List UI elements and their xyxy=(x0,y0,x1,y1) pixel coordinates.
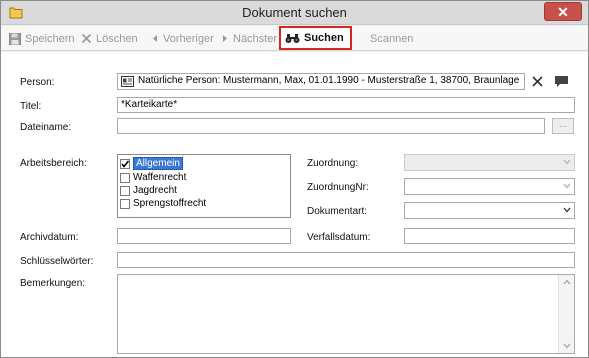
verfallsdatum-input[interactable] xyxy=(404,228,575,244)
clear-icon xyxy=(532,76,543,87)
checkbox-waffenrecht[interactable] xyxy=(120,172,130,183)
vertical-scrollbar[interactable] xyxy=(558,275,574,353)
chevron-down-icon xyxy=(563,159,571,165)
list-item-sprengstoffrecht[interactable]: Sprengstoffrecht xyxy=(120,197,206,210)
list-item-waffenrecht[interactable]: Waffenrecht xyxy=(120,171,186,184)
previous-button[interactable]: Vorheriger xyxy=(151,26,214,51)
binoculars-icon xyxy=(285,33,300,44)
verfallsdatum-label: Verfallsdatum: xyxy=(307,232,371,243)
close-button[interactable]: ✕ xyxy=(544,2,582,21)
list-item-allgemein[interactable]: Allgemein xyxy=(120,157,183,170)
chevron-down-icon xyxy=(563,183,571,189)
dateiname-input[interactable] xyxy=(117,118,545,134)
allgemein-label: Allgemein xyxy=(133,157,183,170)
search-button[interactable]: Suchen xyxy=(279,26,352,50)
previous-label: Vorheriger xyxy=(163,32,214,45)
person-card-icon xyxy=(121,76,134,89)
next-icon xyxy=(221,34,229,43)
scan-label: Scannen xyxy=(370,32,414,45)
delete-icon xyxy=(81,33,92,44)
search-form: Person: Natürliche Person: Mustermann, M… xyxy=(1,52,588,357)
dialog-window: Dokument suchen ✕ Speichern Löschen Vorh… xyxy=(0,0,589,358)
schluesselwoerter-input[interactable] xyxy=(117,252,575,268)
zuordnung-nr-select[interactable] xyxy=(404,178,575,195)
zuordnung-label: Zuordnung: xyxy=(307,158,359,169)
dateiname-label: Dateiname: xyxy=(20,122,72,133)
chevron-down-icon xyxy=(563,207,571,213)
save-icon xyxy=(9,32,21,45)
checkmark-icon xyxy=(121,159,130,168)
comment-icon xyxy=(555,76,568,87)
list-item-jagdrecht[interactable]: Jagdrecht xyxy=(120,184,177,197)
person-value: Natürliche Person: Mustermann, Max, 01.0… xyxy=(138,75,520,86)
delete-label: Löschen xyxy=(96,32,138,45)
next-button[interactable]: Nächster xyxy=(221,26,277,51)
checkbox-sprengstoffrecht[interactable] xyxy=(120,198,130,209)
titel-input[interactable]: *Karteikarte* xyxy=(117,97,575,113)
title-bar[interactable]: Dokument suchen ✕ xyxy=(1,1,588,25)
sprengstoffrecht-label: Sprengstoffrecht xyxy=(133,198,207,209)
zuordnung-nr-label: ZuordnungNr: xyxy=(307,182,369,193)
person-label: Person: xyxy=(20,77,55,88)
titel-label: Titel: xyxy=(20,101,42,112)
person-field[interactable]: Natürliche Person: Mustermann, Max, 01.0… xyxy=(117,73,525,90)
bemerkungen-textarea[interactable] xyxy=(117,274,575,354)
waffenrecht-label: Waffenrecht xyxy=(133,172,187,183)
delete-button[interactable]: Löschen xyxy=(81,26,138,51)
toolbar: Speichern Löschen Vorheriger Nächster Su… xyxy=(1,26,588,51)
arbeitsbereich-label: Arbeitsbereich: xyxy=(20,158,87,169)
close-icon: ✕ xyxy=(557,4,569,20)
browse-button[interactable]: ... xyxy=(552,118,574,134)
clear-person-button[interactable] xyxy=(529,73,547,90)
archivdatum-label: Archivdatum: xyxy=(20,232,79,243)
scan-button[interactable]: Scannen xyxy=(370,26,413,51)
archivdatum-input[interactable] xyxy=(117,228,291,244)
save-label: Speichern xyxy=(25,32,75,45)
arbeitsbereich-list[interactable]: Allgemein Waffenrecht Jagdrecht Sprengst… xyxy=(117,154,291,218)
checkbox-allgemein[interactable] xyxy=(120,158,130,169)
bemerkungen-label: Bemerkungen: xyxy=(20,278,86,289)
checkbox-jagdrecht[interactable] xyxy=(120,185,130,196)
search-label: Suchen xyxy=(304,32,344,44)
save-button[interactable]: Speichern xyxy=(9,26,75,51)
jagdrecht-label: Jagdrecht xyxy=(133,185,177,196)
next-label: Nächster xyxy=(233,32,278,45)
dokumentart-label: Dokumentart: xyxy=(307,206,368,217)
window-title: Dokument suchen xyxy=(242,5,347,20)
dokumentart-select[interactable] xyxy=(404,202,575,219)
schluesselwoerter-label: Schlüsselwörter: xyxy=(20,256,94,267)
scroll-up-icon xyxy=(563,279,571,285)
previous-icon xyxy=(151,34,159,43)
comment-person-button[interactable] xyxy=(552,73,572,90)
scroll-down-icon xyxy=(563,343,571,349)
zuordnung-select[interactable] xyxy=(404,154,575,171)
